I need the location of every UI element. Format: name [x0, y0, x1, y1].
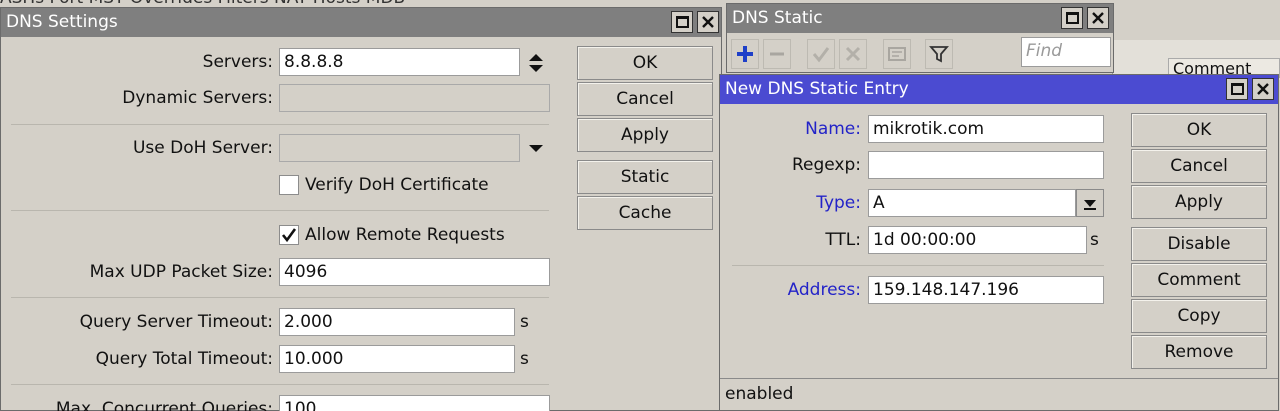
checkmark-icon [281, 228, 297, 243]
ok-button[interactable]: OK [577, 46, 713, 80]
query-server-timeout-label: Query Server Timeout: [79, 312, 273, 332]
query-total-timeout-field[interactable]: 10.000 [279, 345, 515, 373]
type-select[interactable]: A [868, 189, 1076, 217]
dns-static-window: DNS Static Find [726, 3, 1114, 73]
dynamic-servers-label: Dynamic Servers: [122, 88, 273, 108]
address-field[interactable]: 159.148.147.196 [868, 276, 1104, 304]
doh-dropdown-icon[interactable] [526, 140, 546, 156]
find-placeholder: Find [1026, 41, 1063, 61]
ttl-label: TTL: [825, 230, 861, 250]
regexp-label: Regexp: [791, 155, 861, 175]
servers-field[interactable]: 8.8.8.8 [279, 48, 520, 76]
new-dns-static-entry-window: New DNS Static Entry Name: mikrotik.com … [719, 74, 1279, 411]
separator [732, 265, 1104, 266]
cancel-button[interactable]: Cancel [1131, 149, 1267, 183]
name-label: Name: [805, 119, 861, 139]
separator [11, 297, 549, 298]
maximize-icon [675, 16, 689, 28]
allow-remote-requests-checkbox[interactable] [279, 225, 299, 245]
verify-doh-label: Verify DoH Certificate [305, 175, 489, 195]
maximize-button[interactable] [671, 11, 693, 33]
check-icon [812, 47, 830, 63]
close-button[interactable] [1087, 7, 1109, 29]
use-doh-server-label: Use DoH Server: [132, 138, 273, 158]
comment-button[interactable]: Comment [1131, 263, 1267, 297]
separator [11, 210, 549, 211]
maximize-icon [1230, 83, 1244, 95]
cross-icon [845, 46, 861, 62]
status-bar: enabled [720, 378, 1278, 410]
separator [11, 124, 549, 125]
dns-settings-window: DNS Settings Servers: 8.8.8.8 Dynamic Se… [0, 7, 722, 411]
disable-button[interactable] [839, 39, 867, 69]
dns-static-title: DNS Static [732, 8, 823, 28]
dns-settings-titlebar[interactable]: DNS Settings [1, 8, 721, 37]
address-label: Address: [787, 280, 861, 300]
cancel-button[interactable]: Cancel [577, 82, 713, 116]
close-button[interactable] [1252, 78, 1274, 100]
find-input[interactable]: Find [1021, 37, 1111, 67]
type-label: Type: [816, 193, 861, 213]
new-dns-static-entry-title: New DNS Static Entry [725, 79, 909, 99]
add-button[interactable] [731, 39, 759, 69]
dynamic-servers-field [279, 84, 550, 112]
minus-icon [770, 52, 784, 56]
query-server-timeout-field[interactable]: 2.000 [279, 308, 515, 336]
max-concurrent-queries-label: Max. Concurrent Queries: [55, 399, 273, 411]
comment-icon [888, 47, 906, 61]
copy-button[interactable]: Copy [1131, 299, 1267, 333]
status-text: enabled [725, 384, 794, 404]
query-server-timeout-unit: s [520, 312, 529, 332]
query-total-timeout-unit: s [520, 349, 529, 369]
maximize-button[interactable] [1061, 7, 1083, 29]
query-total-timeout-label: Query Total Timeout: [95, 349, 273, 369]
close-icon [1092, 12, 1104, 24]
filter-icon [929, 46, 949, 63]
servers-up-down-icon[interactable] [526, 52, 546, 74]
enable-button[interactable] [807, 39, 835, 69]
ok-button[interactable]: OK [1131, 113, 1267, 147]
maximize-button[interactable] [1226, 78, 1248, 100]
comment-button[interactable] [883, 39, 911, 69]
separator [11, 384, 549, 385]
apply-button[interactable]: Apply [577, 118, 713, 152]
new-dns-static-entry-titlebar[interactable]: New DNS Static Entry [720, 75, 1278, 104]
static-button[interactable]: Static [577, 160, 713, 194]
filter-button[interactable] [925, 39, 953, 69]
name-field[interactable]: mikrotik.com [868, 115, 1104, 143]
verify-doh-checkbox[interactable] [279, 175, 299, 195]
dns-static-titlebar[interactable]: DNS Static [727, 4, 1113, 33]
apply-button[interactable]: Apply [1131, 185, 1267, 219]
plus-icon [737, 46, 753, 62]
allow-remote-requests-label: Allow Remote Requests [305, 225, 505, 245]
use-doh-server-field[interactable] [279, 134, 520, 162]
dropdown-arrow-icon [1084, 200, 1096, 210]
ttl-field[interactable]: 1d 00:00:00 [868, 226, 1087, 254]
regexp-field[interactable] [868, 151, 1104, 179]
close-button[interactable] [697, 11, 719, 33]
remove-button[interactable]: Remove [1131, 335, 1267, 369]
disable-button[interactable]: Disable [1131, 227, 1267, 261]
close-icon [1257, 83, 1269, 95]
max-udp-packet-size-label: Max UDP Packet Size: [89, 262, 273, 282]
close-icon [702, 16, 714, 28]
max-concurrent-queries-field[interactable]: 100 [279, 395, 550, 411]
cache-button[interactable]: Cache [577, 196, 713, 230]
dns-settings-title: DNS Settings [6, 12, 118, 32]
remove-button[interactable] [763, 39, 791, 69]
max-udp-packet-size-field[interactable]: 4096 [279, 258, 550, 286]
servers-label: Servers: [202, 52, 273, 72]
type-dropdown-button[interactable] [1076, 189, 1104, 217]
maximize-icon [1065, 12, 1079, 24]
ttl-unit: s [1090, 230, 1099, 250]
